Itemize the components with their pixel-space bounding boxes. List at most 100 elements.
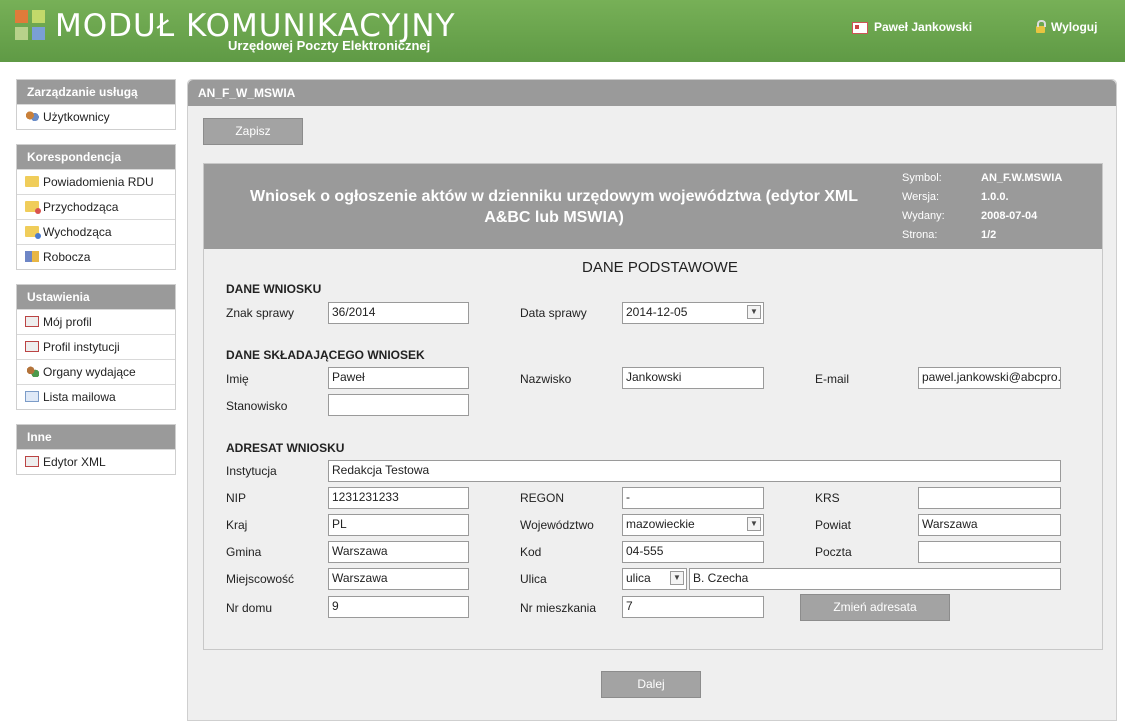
page-value: 1/2 (981, 229, 997, 241)
user-name: Paweł Jankowski (874, 20, 973, 34)
sidebar-item-label: Użytkownicy (43, 110, 110, 124)
instytucja-label: Instytucja (226, 464, 277, 478)
wojewodztwo-select[interactable]: mazowieckie ▼ (622, 514, 764, 536)
sidebar-item-my-profile[interactable]: Mój profil (17, 309, 175, 334)
sidebar-item-xml-editor[interactable]: Edytor XML (17, 449, 175, 474)
miejscowosc-label: Miejscowość (226, 572, 295, 586)
version-value: 1.0.0. (981, 191, 1009, 203)
kraj-label: Kraj (226, 518, 248, 532)
draft-icon (25, 251, 39, 263)
imie-input[interactable]: Paweł (328, 367, 469, 389)
id-card-icon (25, 316, 39, 328)
regon-input[interactable]: - (622, 487, 764, 509)
nazwisko-label: Nazwisko (520, 372, 572, 386)
sidebar-item-label: Robocza (43, 250, 91, 264)
users-icon (25, 111, 39, 123)
panel-title: AN_F_W_MSWIA (188, 80, 1116, 106)
sidebar-item-label: Edytor XML (43, 455, 106, 469)
app-subtitle: Urzędowej Poczty Elektronicznej (228, 38, 431, 53)
sidebar-item-rdu-notifications[interactable]: Powiadomienia RDU (17, 169, 175, 194)
sidebar-group-title: Zarządzanie usługą (17, 80, 175, 104)
sidebar-group-settings: Ustawienia Mój profil Profil instytucji … (16, 284, 176, 410)
kraj-input[interactable]: PL (328, 514, 469, 536)
instytucja-input[interactable]: Redakcja Testowa (328, 460, 1061, 482)
krs-input[interactable] (918, 487, 1061, 509)
powiat-input[interactable]: Warszawa (918, 514, 1061, 536)
folder-incoming-icon (25, 201, 41, 215)
kod-pocztowy-input[interactable]: 04-555 (622, 541, 764, 563)
nip-input[interactable]: 1231231233 (328, 487, 469, 509)
main-panel: AN_F_W_MSWIA Zapisz Wniosek o ogłoszenie… (187, 79, 1117, 721)
sidebar-group-title: Inne (17, 425, 175, 449)
user-profile-link[interactable]: Paweł Jankowski (852, 20, 972, 34)
nazwisko-input[interactable]: Jankowski (622, 367, 764, 389)
poczta-input[interactable] (918, 541, 1061, 563)
ulica-input[interactable]: B. Czecha (689, 568, 1061, 590)
krs-label: KRS (815, 491, 840, 505)
change-recipient-button[interactable]: Zmień adresata (800, 594, 950, 621)
ulica-type-value: ulica (626, 571, 651, 585)
form-title: Wniosek o ogłoszenie aktów w dzienniku u… (249, 188, 859, 226)
wojewodztwo-label: Województwo (520, 518, 594, 532)
id-card-icon (852, 21, 868, 34)
wojewodztwo-value: mazowieckie (626, 517, 695, 531)
section-title: DANE PODSTAWOWE (582, 259, 738, 276)
sidebar-item-label: Wychodząca (43, 225, 112, 239)
data-label: Data sprawy (520, 306, 587, 320)
symbol-value: AN_F.W.MSWIA (981, 172, 1063, 184)
mail-icon (25, 391, 39, 403)
poczta-label: Poczta (815, 545, 852, 559)
save-button[interactable]: Zapisz (203, 118, 303, 145)
chevron-down-icon[interactable]: ▼ (747, 305, 761, 319)
sidebar-item-incoming[interactable]: Przychodząca (17, 194, 175, 219)
kod-label: Kod (520, 545, 542, 559)
powiat-label: Powiat (815, 518, 852, 532)
regon-label: REGON (520, 491, 565, 505)
subsection-title: ADRESAT WNIOSKU (226, 441, 345, 455)
version-label: Wersja: (902, 191, 940, 203)
nr-mieszkania-label: Nr mieszkania (520, 601, 597, 615)
miejscowosc-input[interactable]: Warszawa (328, 568, 469, 590)
nr-domu-input[interactable]: 9 (328, 596, 469, 618)
ulica-type-select[interactable]: ulica ▼ (622, 568, 687, 590)
sidebar-item-label: Powiadomienia RDU (43, 175, 154, 189)
stanowisko-label: Stanowisko (226, 399, 288, 413)
subsection-title: DANE SKŁADAJĄCEGO WNIOSEK (226, 348, 425, 362)
next-button[interactable]: Dalej (601, 671, 701, 698)
organization-icon (25, 366, 39, 378)
email-input[interactable]: pawel.jankowski@abcpro. (918, 367, 1061, 389)
gmina-label: Gmina (226, 545, 262, 559)
sidebar-item-label: Organy wydające (43, 365, 136, 379)
sidebar-item-institution-profile[interactable]: Profil instytucji (17, 334, 175, 359)
sidebar-item-label: Profil instytucji (43, 340, 120, 354)
data-sprawy-select[interactable]: 2014-12-05 ▼ (622, 302, 764, 324)
gmina-input[interactable]: Warszawa (328, 541, 469, 563)
sidebar-group-correspondence: Korespondencja Powiadomienia RDU Przycho… (16, 144, 176, 270)
nr-mieszkania-input[interactable]: 7 (622, 596, 764, 618)
sidebar-item-mailing-list[interactable]: Lista mailowa (17, 384, 175, 409)
id-card-icon (25, 341, 39, 353)
issued-value: 2008-07-04 (981, 210, 1038, 222)
subsection-title: DANE WNIOSKU (226, 282, 322, 296)
xml-editor-icon (25, 456, 39, 468)
sidebar-item-issuing-bodies[interactable]: Organy wydające (17, 359, 175, 384)
imie-label: Imię (226, 372, 249, 386)
app-logo (15, 10, 47, 42)
sidebar-item-outgoing[interactable]: Wychodząca (17, 219, 175, 244)
email-label: E-mail (815, 372, 850, 386)
app-header: MODUŁ KOMUNIKACYJNY Urzędowej Poczty Ele… (0, 0, 1125, 62)
sidebar-group-title: Korespondencja (17, 145, 175, 169)
sidebar-item-users[interactable]: Użytkownicy (17, 104, 175, 129)
form-header: Wniosek o ogłoszenie aktów w dzienniku u… (204, 164, 1102, 249)
znak-sprawy-input[interactable]: 36/2014 (328, 302, 469, 324)
sidebar-group-title: Ustawienia (17, 285, 175, 309)
sidebar-group-other: Inne Edytor XML (16, 424, 176, 475)
stanowisko-input[interactable] (328, 394, 469, 416)
form-container: Wniosek o ogłoszenie aktów w dzienniku u… (203, 163, 1103, 650)
chevron-down-icon[interactable]: ▼ (670, 571, 684, 585)
nip-label: NIP (226, 491, 247, 505)
sidebar-item-drafts[interactable]: Robocza (17, 244, 175, 269)
logout-link[interactable]: Wyloguj (1036, 20, 1097, 34)
issued-label: Wydany: (902, 210, 945, 222)
chevron-down-icon[interactable]: ▼ (747, 517, 761, 531)
